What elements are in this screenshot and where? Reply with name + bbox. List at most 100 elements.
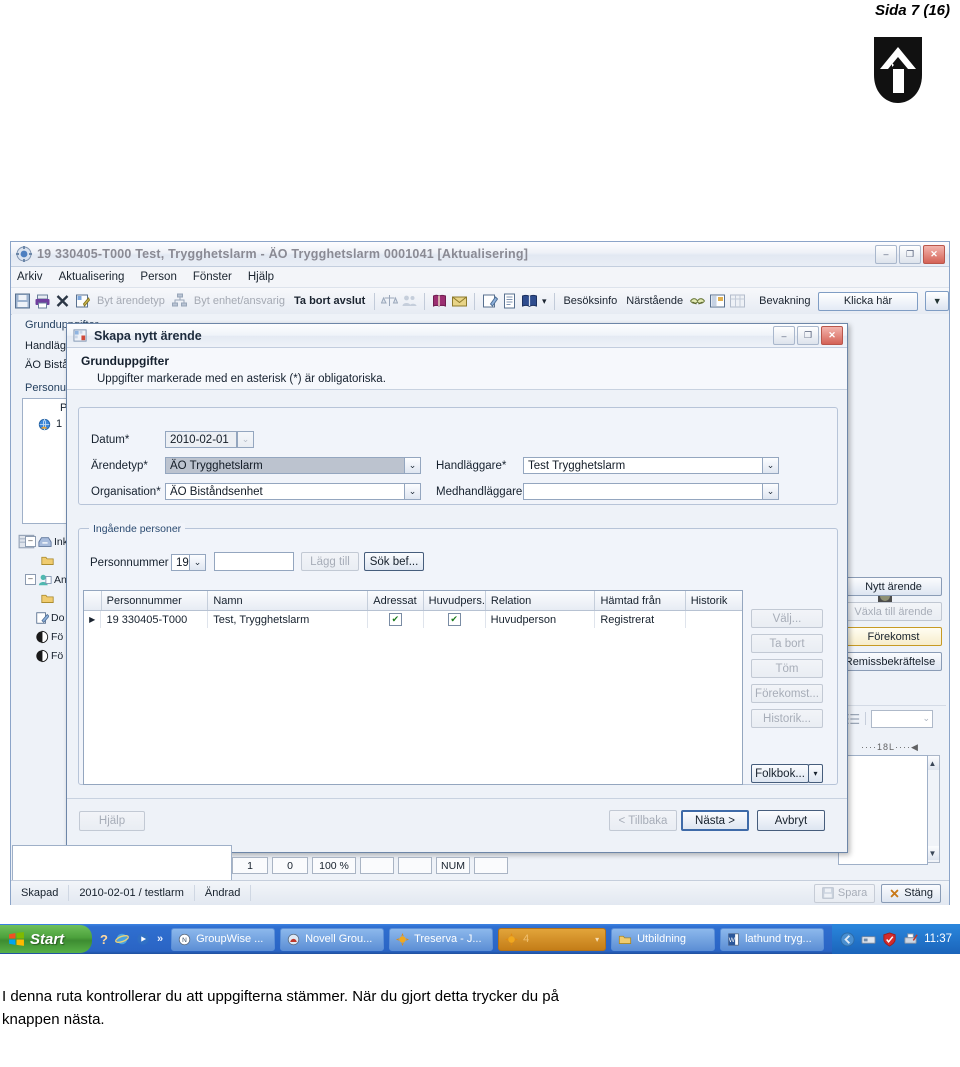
- show-desktop-icon[interactable]: [840, 931, 855, 947]
- datum-dropdown-caret[interactable]: ⌄: [237, 431, 254, 448]
- remissbekraftelse-button[interactable]: Remissbekräftelse: [838, 652, 942, 671]
- grid-header-hamtad-fran[interactable]: Hämtad från: [595, 591, 686, 610]
- hjalp-button[interactable]: Hjälp: [79, 811, 145, 831]
- persons-grid[interactable]: Personnummer Namn Adressat Huvudpers. Re…: [83, 590, 743, 785]
- bevakning-dropdown-button[interactable]: ▼: [925, 291, 950, 311]
- tillbaka-button[interactable]: < Tillbaka: [609, 810, 677, 831]
- forekomst-dialog-button[interactable]: Förekomst...: [751, 684, 823, 703]
- right-text-area[interactable]: [838, 755, 928, 865]
- help-icon[interactable]: ?: [100, 932, 108, 947]
- grid-header-relation[interactable]: Relation: [486, 591, 596, 610]
- note-edit-icon[interactable]: [481, 293, 499, 309]
- delete-x-icon[interactable]: [54, 293, 71, 309]
- status-cell-5: [398, 857, 432, 874]
- avbryt-button[interactable]: Avbryt: [757, 810, 825, 831]
- arendetyp-dropdown-caret[interactable]: ⌄: [404, 457, 421, 474]
- dialog-maximize-button[interactable]: ❐: [797, 326, 819, 345]
- shield-icon[interactable]: [882, 931, 897, 947]
- spara-button[interactable]: Spara: [813, 883, 876, 903]
- grid-header-adressat[interactable]: Adressat: [368, 591, 424, 610]
- grid-header-historik[interactable]: Historik: [686, 591, 742, 610]
- save-icon[interactable]: [14, 293, 31, 309]
- print-icon[interactable]: [34, 293, 51, 309]
- personnummer-prefix-field[interactable]: 19: [171, 554, 190, 571]
- toolbar-besoksinfo[interactable]: Besöksinfo: [560, 295, 620, 307]
- grid-header-huvudpers[interactable]: Huvudpers.: [424, 591, 486, 610]
- datum-field[interactable]: 2010-02-01: [165, 431, 237, 448]
- folkbok-dropdown-caret[interactable]: ▾: [808, 764, 823, 783]
- taskbar-item-active-treserva[interactable]: 4 ▾: [498, 927, 607, 951]
- tom-button[interactable]: Töm: [751, 659, 823, 678]
- window-layout-icon[interactable]: [709, 293, 726, 309]
- adressat-checkbox[interactable]: ✔: [388, 613, 402, 626]
- arendetyp-field[interactable]: ÄO Trygghetslarm: [165, 457, 405, 474]
- handlaggare-dropdown-caret[interactable]: ⌄: [762, 457, 779, 474]
- taskbar-item-groupwise[interactable]: N GroupWise ...: [171, 927, 276, 951]
- cell-adressat[interactable]: ✔: [368, 611, 424, 628]
- taskbar-item-novell[interactable]: Novell Grou...: [280, 927, 385, 951]
- personnummer-prefix-caret[interactable]: ⌄: [189, 554, 206, 571]
- grid-header-personnummer[interactable]: Personnummer: [102, 591, 209, 610]
- word-icon: W: [728, 932, 739, 946]
- book-icon[interactable]: [431, 293, 448, 309]
- lagg-till-button[interactable]: Lägg till: [301, 552, 359, 571]
- organisation-dropdown-caret[interactable]: ⌄: [404, 483, 421, 500]
- menu-item-person[interactable]: Person: [140, 271, 176, 283]
- taskbar-item-lathund[interactable]: W lathund tryg...: [720, 927, 825, 951]
- stang-button[interactable]: Stäng: [881, 883, 941, 903]
- toolbar-narstaende[interactable]: Närstående: [623, 295, 686, 307]
- folkbok-button[interactable]: Folkbok...: [751, 764, 809, 783]
- ta-bort-button[interactable]: Ta bort: [751, 634, 823, 653]
- address-book-icon[interactable]: [521, 293, 538, 309]
- medhandlaggare-dropdown-caret[interactable]: ⌄: [762, 483, 779, 500]
- nytt-arende-button[interactable]: Nytt ärende: [845, 577, 942, 596]
- internet-explorer-icon[interactable]: [115, 932, 129, 946]
- printer-icon[interactable]: [903, 932, 918, 947]
- app-close-button[interactable]: ✕: [923, 244, 945, 264]
- dialog-close-button[interactable]: ✕: [821, 326, 843, 345]
- forekomst-button[interactable]: Förekomst: [845, 627, 942, 646]
- chevron-double-right-icon[interactable]: »: [157, 933, 163, 945]
- handlaggare-field[interactable]: Test Trygghetslarm: [523, 457, 763, 474]
- taskbar-clock[interactable]: 11:37: [924, 933, 952, 945]
- network-icon[interactable]: [861, 932, 876, 947]
- bevakning-button[interactable]: Klicka här: [817, 291, 919, 311]
- menu-item-hjalp[interactable]: Hjälp: [248, 271, 274, 283]
- edit-case-icon[interactable]: [74, 293, 91, 309]
- media-player-icon[interactable]: [136, 932, 150, 946]
- menu-item-aktualisering[interactable]: Aktualisering: [59, 271, 125, 283]
- taskbar-item-treserva[interactable]: Treserva - J...: [389, 927, 494, 951]
- toolbar-ta-bort-avslut[interactable]: Ta bort avslut: [291, 295, 368, 307]
- save-disk-icon: [822, 887, 834, 899]
- menu-item-fonster[interactable]: Fönster: [193, 271, 232, 283]
- start-button[interactable]: Start: [0, 925, 92, 953]
- taskbar-item-utbildning[interactable]: Utbildning: [611, 927, 716, 951]
- organisation-field[interactable]: ÄO Biståndsenhet: [165, 483, 405, 500]
- menu-item-arkiv[interactable]: Arkiv: [17, 271, 43, 283]
- status-cell-num: NUM: [436, 857, 470, 874]
- table-row[interactable]: ▶ 19 330405-T000 Test, Trygghetslarm ✔ ✔…: [84, 611, 742, 628]
- handshake-icon[interactable]: [689, 293, 706, 309]
- bottom-left-white-area[interactable]: [12, 845, 232, 881]
- toolbar-dropdown-caret[interactable]: ▾: [541, 296, 548, 307]
- valj-button[interactable]: Välj...: [751, 609, 823, 628]
- table-icon: [730, 294, 746, 308]
- app-maximize-button[interactable]: ❐: [899, 244, 921, 264]
- envelope-icon[interactable]: [451, 293, 468, 309]
- grid-header-namn[interactable]: Namn: [208, 591, 369, 610]
- dialog-minimize-button[interactable]: –: [773, 326, 795, 345]
- vaxla-till-arende-button[interactable]: Växla till ärende: [845, 602, 942, 621]
- nasta-button[interactable]: Nästa >: [681, 810, 749, 831]
- taskbar-group-caret-icon[interactable]: ▾: [595, 935, 599, 944]
- app-minimize-button[interactable]: –: [875, 244, 897, 264]
- historik-button[interactable]: Historik...: [751, 709, 823, 728]
- cell-huvudpers[interactable]: ✔: [424, 611, 486, 628]
- tree-expander-icon[interactable]: –: [25, 536, 36, 547]
- right-mini-combo[interactable]: ⌄: [871, 709, 933, 728]
- huvudpers-checkbox[interactable]: ✔: [447, 613, 461, 626]
- document-icon[interactable]: [501, 293, 518, 309]
- sok-bef-button[interactable]: Sök bef...: [364, 552, 424, 571]
- personnummer-input[interactable]: [214, 552, 294, 571]
- tree-expander-icon-2[interactable]: –: [25, 574, 36, 585]
- medhandlaggare-field[interactable]: [523, 483, 763, 500]
